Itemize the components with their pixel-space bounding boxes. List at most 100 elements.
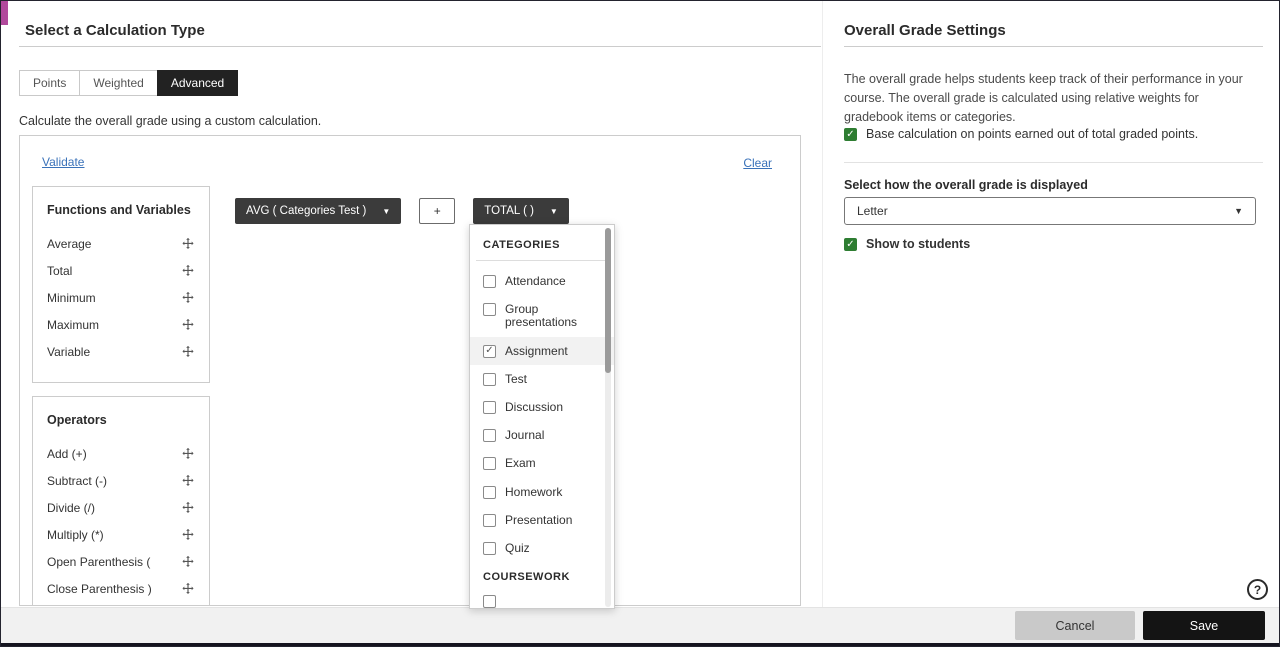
checkbox[interactable] [844, 238, 857, 251]
category-option-label: Group presentations [505, 302, 578, 330]
category-option-homework[interactable]: Homework [470, 478, 614, 506]
operator-item-divide[interactable]: Divide (/) [47, 494, 195, 521]
operator-item-open-paren[interactable]: Open Parenthesis ( [47, 548, 195, 575]
move-icon[interactable] [181, 237, 195, 251]
operator-item-label: Add (+) [47, 446, 87, 461]
category-option-quiz[interactable]: Quiz [470, 534, 614, 562]
save-button[interactable]: Save [1143, 611, 1265, 640]
functions-panel-title: Functions and Variables [47, 203, 191, 217]
category-option-presentation[interactable]: Presentation [470, 506, 614, 534]
category-option-test[interactable]: Test [470, 365, 614, 393]
category-option-assignment[interactable]: Assignment [470, 336, 614, 365]
function-item-label: Minimum [47, 290, 96, 305]
category-option-journal[interactable]: Journal [470, 421, 614, 449]
help-icon[interactable]: ? [1247, 579, 1268, 600]
dialog-footer: Cancel Save [1, 607, 1279, 643]
move-icon[interactable] [181, 474, 195, 488]
move-icon[interactable] [181, 264, 195, 278]
operator-item-label: Divide (/) [47, 500, 96, 515]
base-calculation-checkbox-row[interactable]: Base calculation on points earned out of… [844, 127, 1258, 141]
move-icon[interactable] [181, 318, 195, 332]
dropdown-scrollbar[interactable] [605, 228, 611, 607]
scrollbar-thumb[interactable] [605, 228, 611, 373]
operator-item-label: Close Parenthesis ) [47, 581, 152, 596]
window-bottom-edge [1, 643, 1279, 646]
checkbox[interactable] [483, 485, 496, 499]
category-option-label: Discussion [505, 399, 564, 414]
move-icon[interactable] [181, 528, 195, 542]
category-option-group-presentations[interactable]: Group presentations [470, 295, 614, 336]
categories-dropdown: CATEGORIES Attendance Group presentation… [469, 224, 615, 609]
overall-grade-settings-title: Overall Grade Settings [844, 22, 1006, 39]
title-divider [19, 46, 821, 47]
checkbox[interactable] [483, 303, 496, 317]
tab-weighted[interactable]: Weighted [79, 70, 158, 96]
operator-item-add[interactable]: Add (+) [47, 440, 195, 467]
checkbox[interactable] [483, 429, 496, 443]
checkbox[interactable] [483, 595, 496, 608]
function-item-average[interactable]: Average [47, 230, 195, 257]
function-item-minimum[interactable]: Minimum [47, 284, 195, 311]
operators-panel-title: Operators [47, 413, 107, 427]
total-pill[interactable]: TOTAL ( ) ▼ [473, 198, 569, 224]
total-pill-label: TOTAL ( ) [484, 205, 534, 217]
function-item-maximum[interactable]: Maximum [47, 311, 195, 338]
move-icon[interactable] [181, 291, 195, 305]
operator-item-close-paren[interactable]: Close Parenthesis ) [47, 575, 195, 602]
category-option-label: Attendance [505, 274, 566, 288]
dropdown-section-coursework: COURSEWORK [483, 571, 570, 584]
operator-item-label: Subtract (-) [47, 473, 108, 488]
category-option-discussion[interactable]: Discussion [470, 393, 614, 421]
chevron-down-icon: ▼ [382, 206, 391, 216]
add-operator-pill[interactable]: + [419, 198, 456, 224]
chevron-down-icon: ▼ [549, 206, 558, 216]
operator-item-subtract[interactable]: Subtract (-) [47, 467, 195, 494]
show-to-students-label: Show to students [866, 237, 971, 251]
chevron-down-icon: ▼ [1234, 206, 1243, 216]
calculation-description: Calculate the overall grade using a cust… [19, 114, 322, 128]
move-icon[interactable] [181, 555, 195, 569]
function-item-label: Variable [47, 344, 91, 359]
checkbox[interactable] [483, 275, 496, 288]
tab-points[interactable]: Points [19, 70, 81, 96]
clear-link[interactable]: Clear [743, 156, 772, 170]
move-icon[interactable] [181, 447, 195, 461]
coursework-option-partial[interactable] [470, 587, 614, 608]
category-option-label: Test [505, 371, 528, 386]
checkbox[interactable] [844, 128, 857, 141]
category-option-label: Assignment [505, 343, 568, 358]
checkbox[interactable] [483, 457, 496, 471]
checkbox[interactable] [483, 541, 496, 555]
validate-link[interactable]: Validate [42, 155, 84, 169]
accent-bar [1, 1, 8, 25]
checkbox[interactable] [483, 513, 496, 527]
tab-advanced[interactable]: Advanced [156, 70, 239, 96]
checkbox[interactable] [483, 372, 496, 386]
category-option-exam[interactable]: Exam [470, 449, 614, 477]
category-option-label: Quiz [505, 540, 530, 555]
operator-item-multiply[interactable]: Multiply (*) [47, 521, 195, 548]
formula-builder: Validate Clear Functions and Variables A… [19, 135, 801, 606]
show-to-students-checkbox-row[interactable]: Show to students [844, 237, 970, 251]
operator-item-label: Open Parenthesis ( [47, 554, 151, 569]
functions-panel: Functions and Variables Average Total Mi… [32, 186, 210, 383]
avg-categories-pill[interactable]: AVG ( Categories Test ) ▼ [235, 198, 402, 224]
grade-display-select[interactable]: Letter ▼ [844, 197, 1256, 225]
category-option-label: Homework [505, 484, 563, 499]
avg-pill-label: AVG ( Categories Test ) [246, 205, 367, 217]
settings-title-divider [844, 46, 1263, 47]
dropdown-divider [476, 260, 608, 261]
checkbox[interactable] [483, 400, 496, 414]
calculation-type-tabs: Points Weighted Advanced [19, 70, 239, 96]
function-item-variable[interactable]: Variable [47, 338, 195, 365]
category-option-attendance[interactable]: Attendance [470, 267, 614, 295]
checkbox[interactable] [483, 344, 496, 358]
move-icon[interactable] [181, 345, 195, 359]
move-icon[interactable] [181, 501, 195, 515]
move-icon[interactable] [181, 582, 195, 596]
function-item-label: Maximum [47, 317, 100, 332]
cancel-button[interactable]: Cancel [1015, 611, 1135, 640]
base-calculation-label: Base calculation on points earned out of… [866, 127, 1199, 141]
function-item-total[interactable]: Total [47, 257, 195, 284]
expression-canvas: AVG ( Categories Test ) ▼ + TOTAL ( ) ▼ [235, 198, 569, 224]
